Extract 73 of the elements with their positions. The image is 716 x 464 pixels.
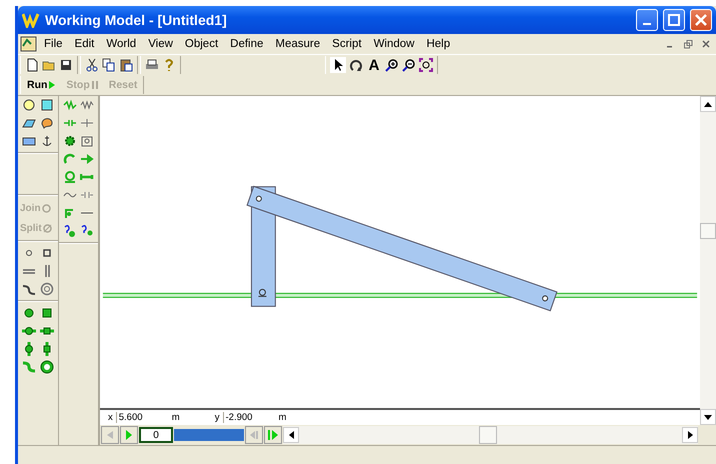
close-icon <box>695 14 707 26</box>
y-value: -2.900 <box>222 412 276 424</box>
new-file-icon[interactable] <box>25 58 39 72</box>
scroll-down-button[interactable] <box>700 409 716 425</box>
frame-counter[interactable]: 0 <box>139 427 173 443</box>
run-button[interactable]: Run <box>25 79 58 91</box>
tape-slider[interactable] <box>174 429 244 441</box>
target-icon[interactable] <box>40 282 54 296</box>
gear-icon[interactable] <box>62 134 76 148</box>
menu-item[interactable]: File <box>38 37 69 51</box>
menu-item[interactable]: View <box>142 37 179 51</box>
maximize-icon <box>668 14 680 26</box>
menu-item[interactable]: Help <box>420 37 456 51</box>
menu-item[interactable]: Script <box>326 37 368 51</box>
minimize-button[interactable] <box>636 9 658 31</box>
pulley-icon[interactable] <box>80 134 94 148</box>
rewind-icon <box>106 430 114 440</box>
document-icon[interactable] <box>20 36 38 52</box>
circle-icon <box>42 204 51 212</box>
minimize-icon <box>643 23 651 25</box>
menu-item[interactable]: Edit <box>68 37 100 51</box>
query-motor-icon[interactable] <box>62 224 76 238</box>
zoom-out-icon[interactable] <box>402 58 416 72</box>
up-arrow-icon <box>704 102 712 106</box>
curved-slot-icon[interactable] <box>22 282 36 296</box>
slashed-circle-icon <box>42 224 52 232</box>
right-arrow-icon <box>688 431 692 439</box>
y-label: y <box>214 412 220 424</box>
square-icon[interactable] <box>40 98 54 112</box>
circle-icon[interactable] <box>22 98 36 112</box>
play-icon <box>48 80 56 90</box>
x-unit: m <box>172 412 181 424</box>
text-tool[interactable]: A <box>366 57 382 73</box>
scroll-left-button[interactable] <box>283 427 299 443</box>
cut-icon[interactable] <box>85 58 99 72</box>
scroll-thumb[interactable] <box>479 426 497 444</box>
scroll-up-button[interactable] <box>700 96 716 112</box>
printer-icon[interactable] <box>145 58 159 72</box>
step-forward-icon <box>267 429 279 441</box>
square-joint-icon[interactable] <box>40 306 54 320</box>
save-icon[interactable] <box>59 58 73 72</box>
copy-icon[interactable] <box>102 58 116 72</box>
y-unit: m <box>278 412 288 424</box>
pause-icon <box>90 80 99 90</box>
menu-item[interactable]: Object <box>178 37 224 51</box>
zoom-in-icon[interactable] <box>385 58 399 72</box>
zoom-fit-icon[interactable] <box>419 58 433 72</box>
app-logo <box>22 12 40 28</box>
gear-joint-icon[interactable] <box>40 360 54 374</box>
query-point-icon[interactable] <box>80 224 94 238</box>
menu-item[interactable]: Measure <box>269 37 326 51</box>
menu-item[interactable]: Window <box>368 37 420 51</box>
step-back-icon <box>249 430 259 440</box>
close-button[interactable] <box>690 9 712 31</box>
zigzag-icon[interactable] <box>80 98 94 112</box>
pin-joint-icon[interactable] <box>22 306 36 320</box>
horizontal-joint-icon[interactable] <box>22 324 36 338</box>
window-title: Working Model - [Untitled1] <box>45 12 228 28</box>
maximize-button[interactable] <box>663 9 685 31</box>
menu-item[interactable]: Define <box>224 37 270 51</box>
menu-item[interactable]: World <box>100 37 142 51</box>
anchor-icon[interactable] <box>40 134 54 148</box>
scroll-thumb[interactable] <box>700 222 716 238</box>
left-arrow-icon <box>288 431 294 439</box>
play-icon <box>125 429 133 441</box>
down-arrow-icon <box>704 414 712 420</box>
scroll-right-button[interactable] <box>682 427 698 443</box>
x-label: x <box>108 412 113 424</box>
rotate-icon[interactable] <box>349 58 363 72</box>
curved-shape-icon[interactable] <box>40 116 54 130</box>
paste-icon[interactable] <box>119 58 133 72</box>
rod-icon[interactable] <box>80 116 94 130</box>
x-value: 5.600 <box>116 412 169 424</box>
